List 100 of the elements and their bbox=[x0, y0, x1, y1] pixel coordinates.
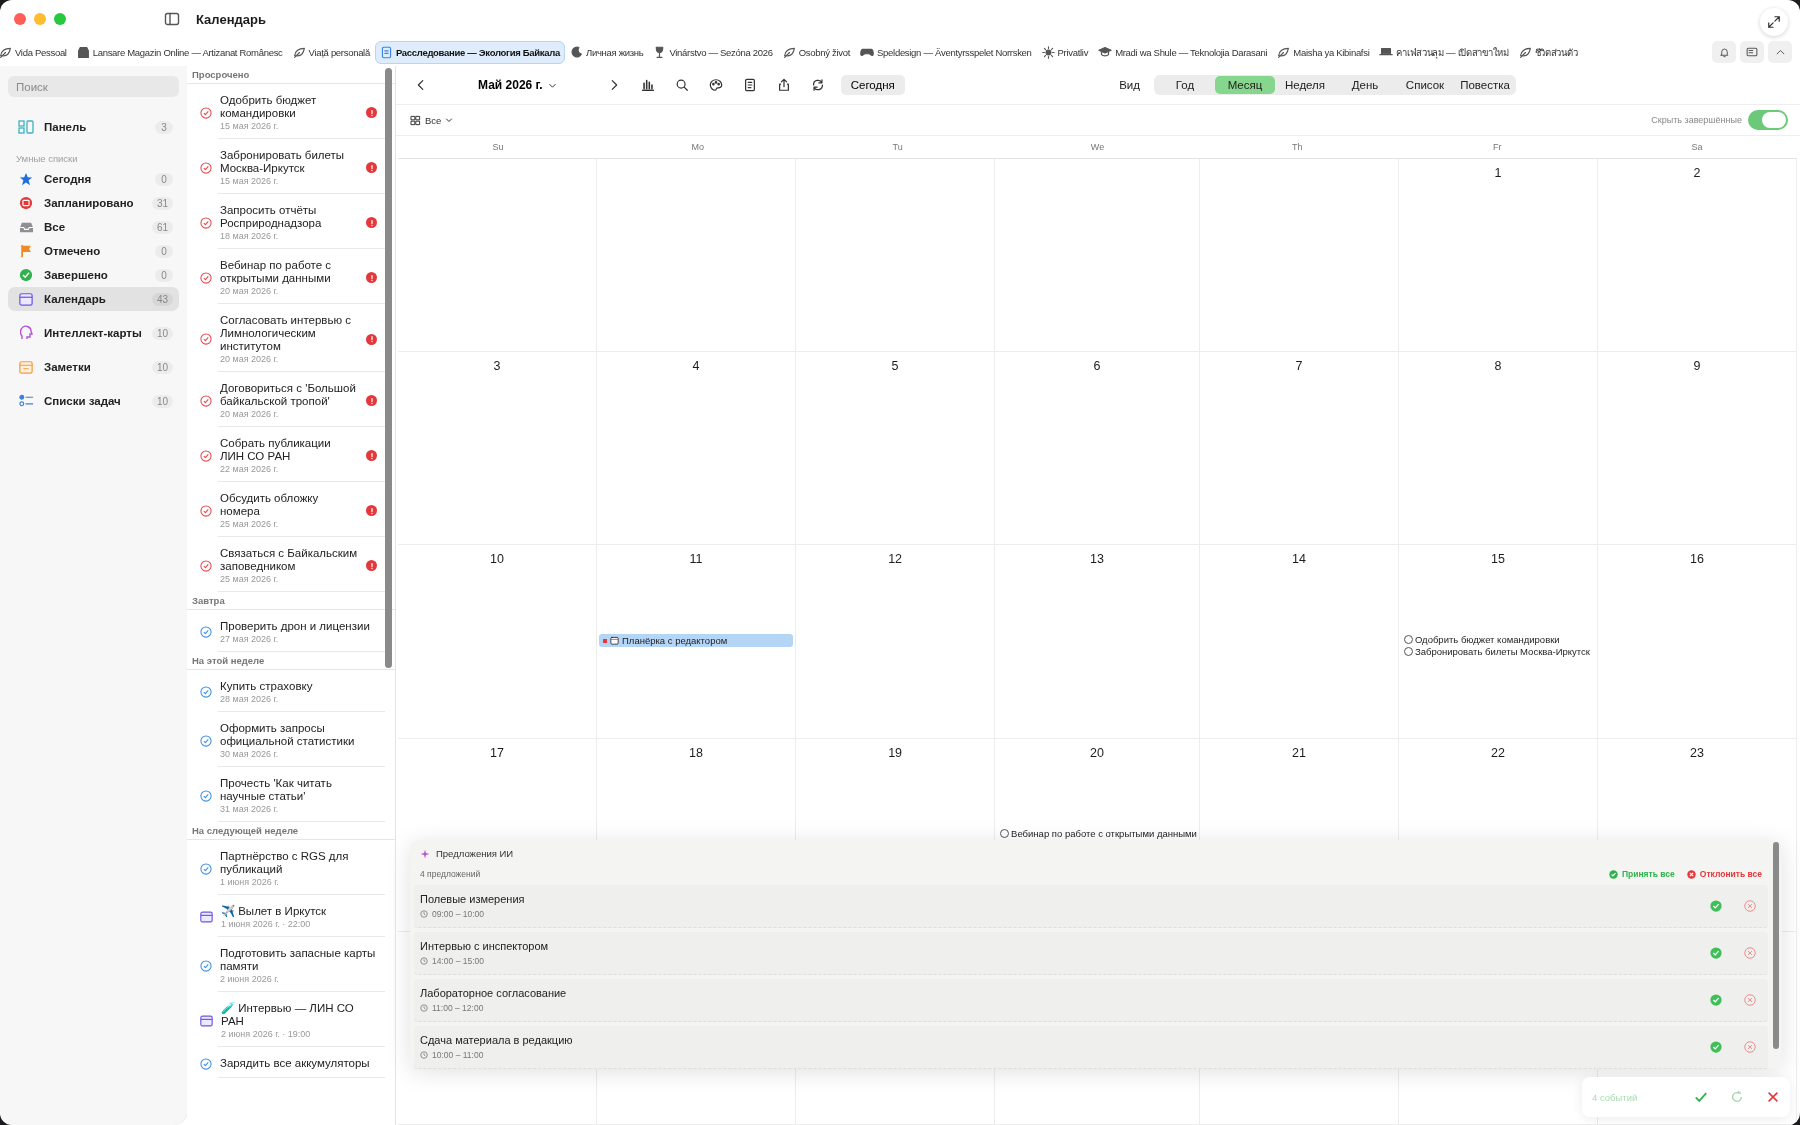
minimize-button[interactable] bbox=[34, 13, 46, 25]
tab[interactable]: Speldesign — Äventyrsspelet Norrsken bbox=[855, 40, 1037, 64]
scrollbar[interactable] bbox=[385, 68, 392, 668]
tab[interactable]: Расследование — Экология Байкала bbox=[374, 40, 565, 64]
search-field[interactable]: Поиск bbox=[8, 76, 179, 97]
sidebar-item[interactable]: Сегодня 0 bbox=[8, 167, 179, 191]
sidebar-item[interactable]: Списки задач 10 bbox=[8, 389, 179, 413]
task-item[interactable]: Оформить запросы официальной статистики 30 мая 2026 г. bbox=[187, 712, 395, 767]
tab[interactable]: Lansare Magazin Online — Artizanat Românesc bbox=[71, 40, 288, 64]
zoom-button[interactable] bbox=[54, 13, 66, 25]
day-cell[interactable]: 6 bbox=[995, 352, 1200, 546]
sidebar-item[interactable]: Интеллект-карты 10 bbox=[8, 321, 179, 345]
tab[interactable]: Viață personală bbox=[287, 40, 375, 64]
task-item[interactable]: Подготовить запасные карты памяти 2 июня 2026 г. bbox=[187, 937, 395, 992]
day-cell[interactable]: 14 bbox=[1199, 545, 1399, 739]
tab[interactable]: Vida Pessoal bbox=[0, 40, 72, 64]
accept-button[interactable] bbox=[1710, 900, 1722, 912]
check-circle-icon[interactable] bbox=[200, 559, 212, 572]
view-option[interactable]: Неделя bbox=[1275, 76, 1335, 94]
view-option[interactable]: Повестка bbox=[1455, 76, 1515, 94]
day-cell[interactable]: 8 bbox=[1398, 352, 1598, 546]
accept-button[interactable] bbox=[1710, 947, 1722, 959]
check-circle-icon[interactable] bbox=[200, 106, 212, 119]
panel-button[interactable] bbox=[1740, 41, 1764, 63]
event-chip[interactable]: Планёрка с редактором bbox=[599, 634, 794, 648]
check-circle-icon[interactable] bbox=[200, 216, 212, 229]
today-button[interactable]: Сегодня bbox=[840, 75, 905, 95]
check-circle-icon[interactable] bbox=[200, 271, 212, 284]
toggle-switch[interactable] bbox=[1748, 110, 1788, 130]
day-cell[interactable]: 9 bbox=[1597, 352, 1797, 546]
check-circle-icon[interactable] bbox=[200, 449, 212, 462]
task-item[interactable]: Вебинар по работе с открытыми данными 20 мая 2026 г. bbox=[187, 249, 395, 304]
day-cell[interactable]: 13 bbox=[995, 545, 1200, 739]
tab[interactable]: Mradi wa Shule — Teknolojia Darasani bbox=[1093, 40, 1273, 64]
day-cell[interactable]: 1 bbox=[1398, 159, 1598, 353]
tab[interactable]: Vinárstvo — Sezóna 2026 bbox=[648, 40, 778, 64]
check-circle-icon[interactable] bbox=[200, 333, 212, 345]
task-item[interactable]: Одобрить бюджет командировки 15 мая 2026 г. bbox=[187, 84, 395, 139]
check-circle-icon[interactable] bbox=[200, 626, 212, 638]
view-option[interactable]: Год bbox=[1155, 76, 1215, 94]
expand-button[interactable] bbox=[1760, 8, 1788, 36]
view-option[interactable]: Список bbox=[1395, 76, 1455, 94]
reject-button[interactable] bbox=[1744, 900, 1756, 912]
close-icon[interactable] bbox=[1766, 1090, 1780, 1104]
confirm-icon[interactable] bbox=[1694, 1090, 1708, 1104]
accept-button[interactable] bbox=[1710, 994, 1722, 1006]
check-circle-icon[interactable] bbox=[200, 394, 212, 407]
reject-button[interactable] bbox=[1744, 947, 1756, 959]
task-item[interactable]: Связаться с Байкальским заповедником 25 мая 2026 г. bbox=[187, 537, 395, 592]
scrollbar[interactable] bbox=[1773, 842, 1779, 1049]
task-item[interactable]: Зарядить все аккумуляторы bbox=[187, 1047, 395, 1078]
day-cell[interactable]: 3 bbox=[398, 352, 598, 546]
day-cell[interactable]: 12 bbox=[796, 545, 996, 739]
tab[interactable]: Maisha ya Kibinafsi bbox=[1272, 40, 1375, 64]
check-circle-icon[interactable] bbox=[200, 504, 212, 517]
task-entry[interactable]: Вебинар по работе с открытыми данными bbox=[997, 827, 1197, 839]
day-cell[interactable]: 16 bbox=[1597, 545, 1797, 739]
task-item[interactable]: Запросить отчёты Росприроднадзора 18 мая 2026 г. bbox=[187, 194, 395, 249]
task-item[interactable]: Обсудить обложку номера 25 мая 2026 г. bbox=[187, 482, 395, 537]
close-button[interactable] bbox=[14, 13, 26, 25]
sidebar-item[interactable]: Календарь 43 bbox=[8, 287, 179, 311]
view-option[interactable]: Месяц bbox=[1215, 76, 1275, 94]
reject-button[interactable] bbox=[1744, 994, 1756, 1006]
task-item[interactable]: Договориться с 'Большой байкальской тропой' 20 мая 2026 г. bbox=[187, 372, 395, 427]
sidebar-toggle-icon[interactable] bbox=[164, 11, 180, 27]
check-circle-icon[interactable] bbox=[200, 686, 212, 698]
reject-all-button[interactable]: Отклонить все bbox=[1686, 869, 1762, 879]
day-cell[interactable]: 5 bbox=[796, 352, 996, 546]
reject-button[interactable] bbox=[1744, 1041, 1756, 1053]
task-item[interactable]: Собрать публикации ЛИН СО РАН 22 мая 2026 г. bbox=[187, 427, 395, 482]
check-circle-icon[interactable] bbox=[200, 789, 212, 802]
task-item[interactable]: 🧪 Интервью — ЛИН СО РАН 2 июня 2026 г. · 19:00 bbox=[187, 992, 395, 1047]
tab[interactable]: Osobný život bbox=[777, 40, 856, 64]
accept-button[interactable] bbox=[1710, 1041, 1722, 1053]
task-item[interactable]: Партнёрство с RGS для публикаций 1 июня 2026 г. bbox=[187, 840, 395, 895]
task-entry[interactable]: Забронировать билеты Москва-Иркутск bbox=[1400, 646, 1595, 658]
task-item[interactable]: Проверить дрон и лицензии 27 мая 2026 г. bbox=[187, 610, 395, 652]
sidebar-item[interactable]: Запланировано 31 bbox=[8, 191, 179, 215]
month-picker[interactable]: Май 2026 г. bbox=[472, 77, 563, 93]
day-cell[interactable]: 2 bbox=[1597, 159, 1797, 353]
day-cell[interactable]: 7 bbox=[1199, 352, 1399, 546]
task-item[interactable]: Забронировать билеты Москва-Иркутск 15 мая 2026 г. bbox=[187, 139, 395, 194]
day-cell[interactable]: 10 bbox=[398, 545, 598, 739]
task-item[interactable]: Купить страховку 28 мая 2026 г. bbox=[187, 670, 395, 712]
bell-button[interactable] bbox=[1712, 41, 1736, 63]
view-option[interactable]: День bbox=[1335, 76, 1395, 94]
check-circle-icon[interactable] bbox=[200, 862, 212, 875]
tab[interactable]: Личная жизнь bbox=[565, 40, 649, 64]
tab[interactable]: Privatliv bbox=[1036, 40, 1094, 64]
filter-dropdown[interactable]: Все bbox=[410, 114, 454, 126]
day-cell[interactable]: 11 Планёрка с редактором bbox=[597, 545, 797, 739]
check-circle-icon[interactable] bbox=[200, 1057, 212, 1070]
day-cell[interactable]: 15 Одобрить бюджет командировки Забронировать билеты Москва-Иркутск bbox=[1398, 545, 1598, 739]
sidebar-item[interactable]: Все 61 bbox=[8, 215, 179, 239]
task-item[interactable]: ✈ Вылет в Иркутск 1 июня 2026 г. · 22:00 bbox=[187, 895, 395, 937]
task-entry[interactable]: Одобрить бюджет командировки bbox=[1400, 634, 1595, 646]
task-item[interactable]: Согласовать интервью с Лимнологическим институтом 20 мая 2026 г. bbox=[187, 304, 395, 372]
sidebar-item[interactable]: Завершено 0 bbox=[8, 263, 179, 287]
check-circle-icon[interactable] bbox=[200, 161, 212, 174]
tab[interactable]: ชีวิตส่วนตัว bbox=[1513, 39, 1583, 65]
